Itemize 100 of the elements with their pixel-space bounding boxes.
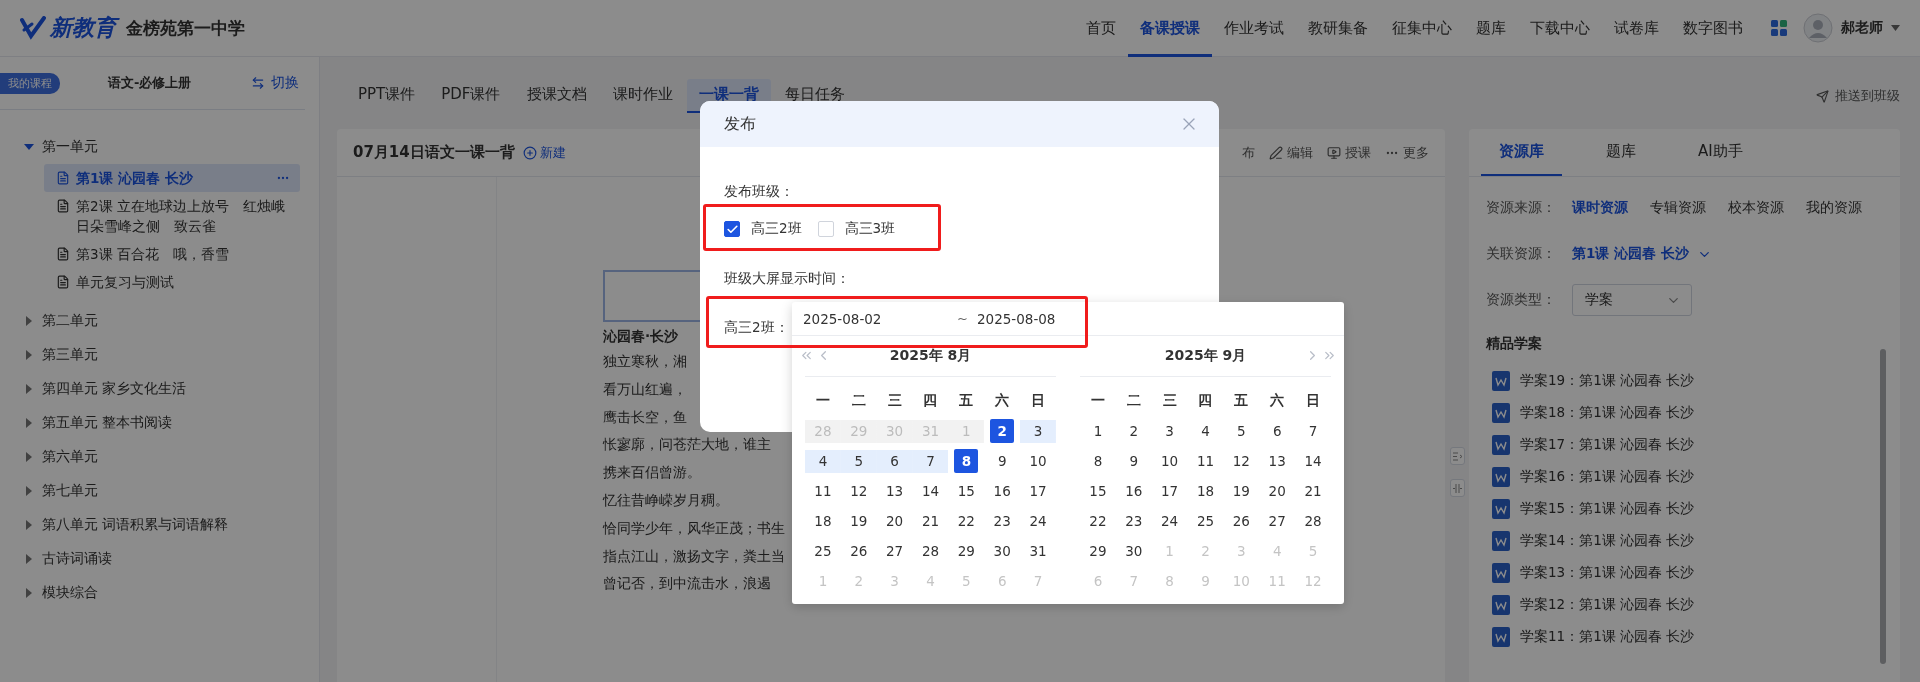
calendar-day[interactable]: 28 — [918, 539, 943, 563]
calendar-day[interactable]: 18 — [1193, 479, 1218, 503]
unit-item[interactable]: 第二单元 — [24, 304, 305, 338]
caret-icon[interactable] — [1891, 25, 1900, 31]
calendar-day[interactable]: 9 — [990, 449, 1015, 473]
calendar-day[interactable]: 24 — [1157, 509, 1182, 533]
calendar-day[interactable]: 19 — [1229, 479, 1254, 503]
nav-item[interactable]: 试卷库 — [1602, 0, 1671, 57]
switch-button[interactable]: 切换 — [251, 74, 299, 92]
calendar-day[interactable]: 21 — [918, 509, 943, 533]
lesson-item[interactable]: 第3课 百合花 哦，香雪 — [44, 240, 300, 268]
unit-item[interactable]: 第一单元 — [24, 130, 305, 164]
nav-item[interactable]: 作业考试 — [1212, 0, 1296, 57]
tab[interactable]: 授课文档 — [514, 79, 599, 113]
calendar-day[interactable]: 29 — [1085, 539, 1110, 563]
nav-item[interactable]: 数字图书 — [1671, 0, 1755, 57]
resource-item[interactable]: 学案11：第1课 沁园春 长沙 — [1486, 621, 1883, 653]
lesson-item[interactable]: 单元复习与测试 — [44, 268, 300, 296]
panel-tab[interactable]: AI助手 — [1680, 129, 1761, 176]
source-option[interactable]: 我的资源 — [1806, 199, 1862, 217]
resource-item[interactable]: 学案19：第1课 沁园春 长沙 — [1486, 365, 1883, 397]
unit-item[interactable]: 第三单元 — [24, 338, 305, 372]
nav-item[interactable]: 教研集备 — [1296, 0, 1380, 57]
source-option[interactable]: 校本资源 — [1728, 199, 1784, 217]
collapse-button[interactable] — [1449, 447, 1465, 465]
calendar-day[interactable]: 22 — [954, 509, 979, 533]
resource-item[interactable]: 学案12：第1课 沁园春 长沙 — [1486, 589, 1883, 621]
calendar-day[interactable]: 30 — [1121, 539, 1146, 563]
calendar-day[interactable]: 12 — [1229, 449, 1254, 473]
calendar-day[interactable]: 28 — [1301, 509, 1326, 533]
resource-item[interactable]: 学案14：第1课 沁园春 长沙 — [1486, 525, 1883, 557]
calendar-day[interactable]: 14 — [1301, 449, 1326, 473]
nav-item[interactable]: 题库 — [1464, 0, 1518, 57]
calendar-day[interactable]: 15 — [1085, 479, 1110, 503]
end-date-field[interactable]: 2025-08-08 — [977, 310, 1056, 327]
calendar-day[interactable]: 9 — [1121, 449, 1146, 473]
calendar-day[interactable]: 25 — [1193, 509, 1218, 533]
nav-item[interactable]: 下载中心 — [1518, 0, 1602, 57]
calendar-day[interactable]: 13 — [882, 479, 907, 503]
unit-item[interactable]: 第八单元 词语积累与词语解释 — [24, 508, 305, 542]
tab[interactable]: 每日任务 — [772, 79, 857, 113]
action-button[interactable]: 授课 — [1327, 143, 1371, 162]
calendar-day[interactable]: 31 — [1026, 539, 1051, 563]
calendar-day[interactable]: 27 — [882, 539, 907, 563]
calendar-day[interactable]: 16 — [1121, 479, 1146, 503]
resource-item[interactable]: 学案15：第1课 沁园春 长沙 — [1486, 493, 1883, 525]
action-button[interactable]: 布 — [1242, 143, 1255, 162]
calendar-day[interactable]: 25 — [810, 539, 835, 563]
calendar-day[interactable]: 15 — [954, 479, 979, 503]
new-button[interactable]: 新建 — [522, 143, 566, 162]
calendar-day[interactable]: 12 — [846, 479, 871, 503]
calendar-day[interactable]: 26 — [1229, 509, 1254, 533]
nav-item[interactable]: 备课授课 — [1128, 0, 1212, 57]
calendar-day[interactable]: 6 — [1265, 419, 1290, 443]
calendar-day[interactable]: 23 — [990, 509, 1015, 533]
calendar-day[interactable]: 11 — [810, 479, 835, 503]
push-button[interactable]: 推送到班级 — [1816, 87, 1900, 113]
avatar[interactable] — [1803, 13, 1833, 43]
calendar-day[interactable]: 3 — [1157, 419, 1182, 443]
nav-item[interactable]: 首页 — [1074, 0, 1128, 57]
unit-item[interactable]: 古诗词诵读 — [24, 542, 305, 576]
lesson-item[interactable]: 第2课 立在地球边上放号 红烛峨日朵雪峰之侧 致云雀 — [44, 192, 300, 240]
calendar-day[interactable]: 11 — [1193, 449, 1218, 473]
unit-item[interactable]: 第四单元 家乡文化生活 — [24, 372, 305, 406]
calendar-day[interactable]: 13 — [1265, 449, 1290, 473]
calendar-day[interactable]: 10 — [1157, 449, 1182, 473]
calendar-day[interactable]: 7 — [1301, 419, 1326, 443]
calendar-day[interactable]: 10 — [1026, 449, 1051, 473]
start-date-field[interactable]: 2025-08-02 — [803, 310, 957, 327]
unit-item[interactable]: 第六单元 — [24, 440, 305, 474]
calendar-day[interactable]: 8 — [1085, 449, 1110, 473]
type-select[interactable]: 学案 — [1572, 284, 1692, 316]
calendar-day[interactable]: 23 — [1121, 509, 1146, 533]
related-dropdown[interactable]: 第1课 沁园春 长沙 — [1572, 245, 1712, 263]
source-option[interactable]: 专辑资源 — [1650, 199, 1706, 217]
calendar-day[interactable]: 18 — [810, 509, 835, 533]
calendar-day[interactable]: 5 — [1229, 419, 1254, 443]
course-badge[interactable]: 我的课程 — [0, 72, 60, 94]
calendar-day[interactable]: 21 — [1301, 479, 1326, 503]
nav-item[interactable]: 征集中心 — [1380, 0, 1464, 57]
resource-item[interactable]: 学案18：第1课 沁园春 长沙 — [1486, 397, 1883, 429]
calendar-day[interactable]: 20 — [882, 509, 907, 533]
calendar-day[interactable]: 2 — [1121, 419, 1146, 443]
calendar-day[interactable]: 16 — [990, 479, 1015, 503]
calendar-day[interactable]: 27 — [1265, 509, 1290, 533]
checkbox[interactable] — [724, 221, 740, 237]
resource-item[interactable]: 学案17：第1课 沁园春 长沙 — [1486, 429, 1883, 461]
apps-icon[interactable] — [1771, 20, 1787, 36]
calendar-day[interactable]: 2 — [990, 419, 1015, 443]
calendar-day[interactable]: 29 — [954, 539, 979, 563]
unit-item[interactable]: 模块综合 — [24, 576, 305, 610]
unit-item[interactable]: 第七单元 — [24, 474, 305, 508]
user-name[interactable]: 郝老师 — [1841, 19, 1883, 37]
resource-item[interactable]: 学案13：第1课 沁园春 长沙 — [1486, 557, 1883, 589]
unit-item[interactable]: 第五单元 整本书阅读 — [24, 406, 305, 440]
calendar-day[interactable]: 17 — [1157, 479, 1182, 503]
calendar-day[interactable]: 8 — [954, 449, 979, 473]
calendar-day[interactable]: 19 — [846, 509, 871, 533]
source-option[interactable]: 课时资源 — [1572, 199, 1628, 217]
calendar-day[interactable]: 24 — [1026, 509, 1051, 533]
